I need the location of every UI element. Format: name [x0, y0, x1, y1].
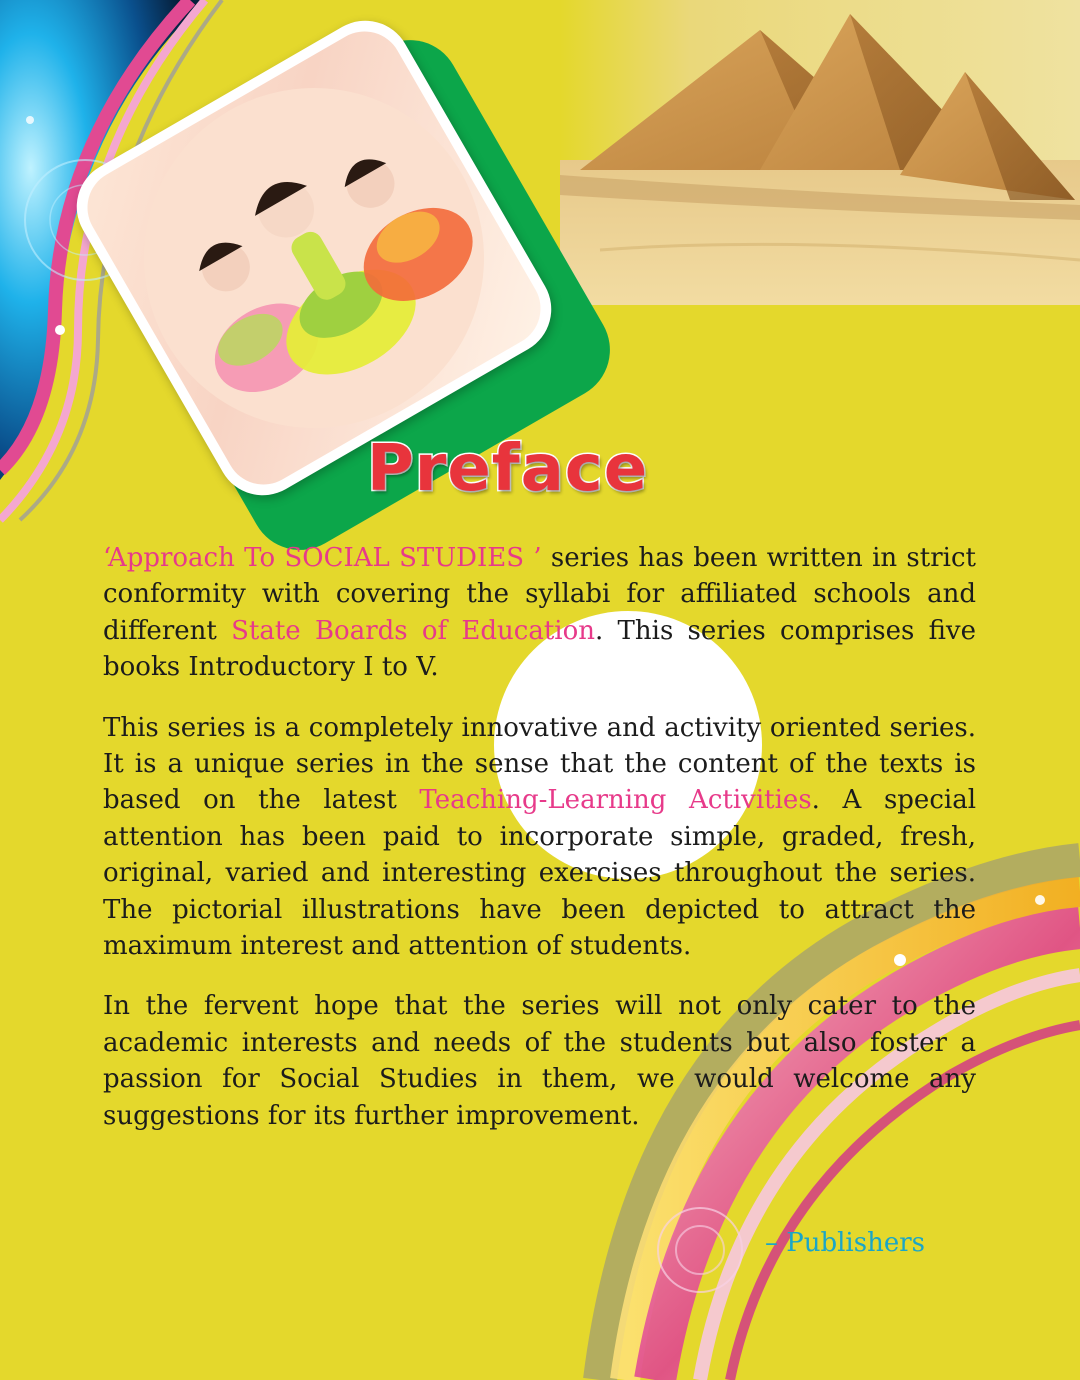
state-boards-highlight: State Boards of Education [231, 615, 596, 646]
paragraph-3: In the fervent hope that the series will… [103, 988, 976, 1134]
page-title: Preface [365, 431, 649, 508]
teaching-learning-highlight: Teaching-Learning Activities [419, 785, 812, 816]
paragraph-3-text: In the fervent hope that the series will… [103, 991, 976, 1131]
paragraph-1: ‘Approach To SOCIAL STUDIES ’ series has… [103, 540, 976, 686]
series-name: ‘Approach To SOCIAL STUDIES ’ [103, 543, 542, 573]
pyramids-image [560, 0, 1080, 305]
signature: – Publishers [764, 1228, 925, 1258]
preface-body: ‘Approach To SOCIAL STUDIES ’ series has… [103, 540, 976, 1158]
paragraph-2: This series is a completely innovative a… [103, 710, 976, 965]
